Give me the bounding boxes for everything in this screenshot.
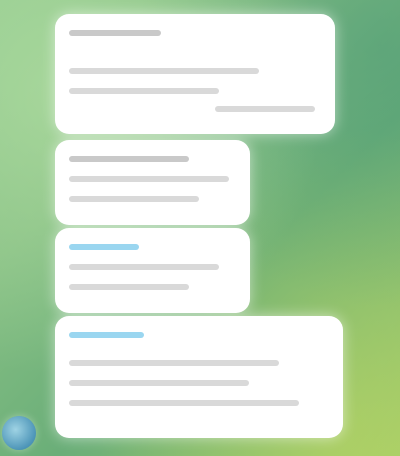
message-text bbox=[55, 140, 56, 141]
text-line bbox=[69, 400, 299, 406]
text-line bbox=[69, 176, 229, 182]
text-line bbox=[69, 380, 249, 386]
message-bubble[interactable] bbox=[55, 14, 335, 134]
text-line bbox=[215, 106, 315, 112]
message-bubble[interactable] bbox=[55, 228, 250, 313]
text-line bbox=[69, 284, 189, 290]
text-line bbox=[69, 264, 219, 270]
message-text bbox=[55, 14, 56, 15]
text-line bbox=[69, 68, 259, 74]
message-bubble[interactable] bbox=[55, 316, 343, 438]
link-line bbox=[69, 332, 144, 338]
user-avatar-icon[interactable] bbox=[2, 416, 36, 450]
text-line bbox=[69, 360, 279, 366]
text-line bbox=[69, 156, 189, 162]
text-line bbox=[69, 88, 219, 94]
message-text bbox=[55, 228, 56, 229]
text-line bbox=[69, 30, 161, 36]
text-line bbox=[69, 196, 199, 202]
message-bubble[interactable] bbox=[55, 140, 250, 225]
link-line bbox=[69, 244, 139, 250]
message-text bbox=[55, 316, 56, 317]
